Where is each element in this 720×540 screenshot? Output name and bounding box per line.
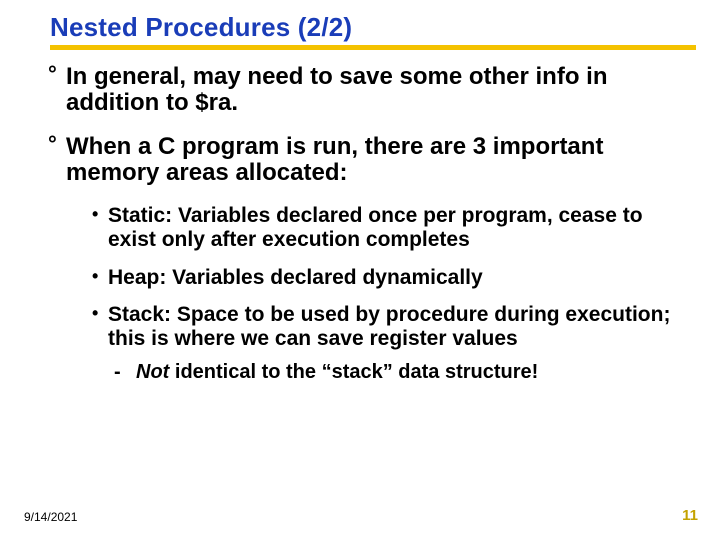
sub-bullet-text: Heap: Variables declared dynamically bbox=[108, 266, 483, 289]
bullet-level1: ° In general, may need to save some othe… bbox=[50, 64, 696, 116]
footer-page-number: 11 bbox=[682, 507, 698, 524]
sub-bullet-text: Stack: Space to be used by procedure dur… bbox=[108, 303, 670, 350]
degree-icon: ° bbox=[48, 132, 57, 156]
sub-bullet-list: Static: Variables declared once per prog… bbox=[50, 204, 696, 352]
footer-date: 9/14/2021 bbox=[24, 510, 77, 524]
bullet-text: In general, may need to save some other … bbox=[66, 63, 607, 116]
degree-icon: ° bbox=[48, 62, 57, 86]
slide-title: Nested Procedures (2/2) bbox=[50, 12, 696, 50]
dash-bullet: Not identical to the “stack” data struct… bbox=[114, 361, 696, 384]
sub-bullet-text: Static: Variables declared once per prog… bbox=[108, 204, 643, 251]
sub-bullet: Heap: Variables declared dynamically bbox=[92, 266, 696, 290]
dash-bullet-list: Not identical to the “stack” data struct… bbox=[50, 361, 696, 384]
bullet-text: When a C program is run, there are 3 imp… bbox=[66, 133, 603, 186]
sub-bullet: Static: Variables declared once per prog… bbox=[92, 204, 696, 252]
bullet-level1: ° When a C program is run, there are 3 i… bbox=[50, 134, 696, 186]
dash-bullet-text: Not identical to the “stack” data struct… bbox=[136, 361, 538, 383]
sub-bullet: Stack: Space to be used by procedure dur… bbox=[92, 303, 696, 351]
